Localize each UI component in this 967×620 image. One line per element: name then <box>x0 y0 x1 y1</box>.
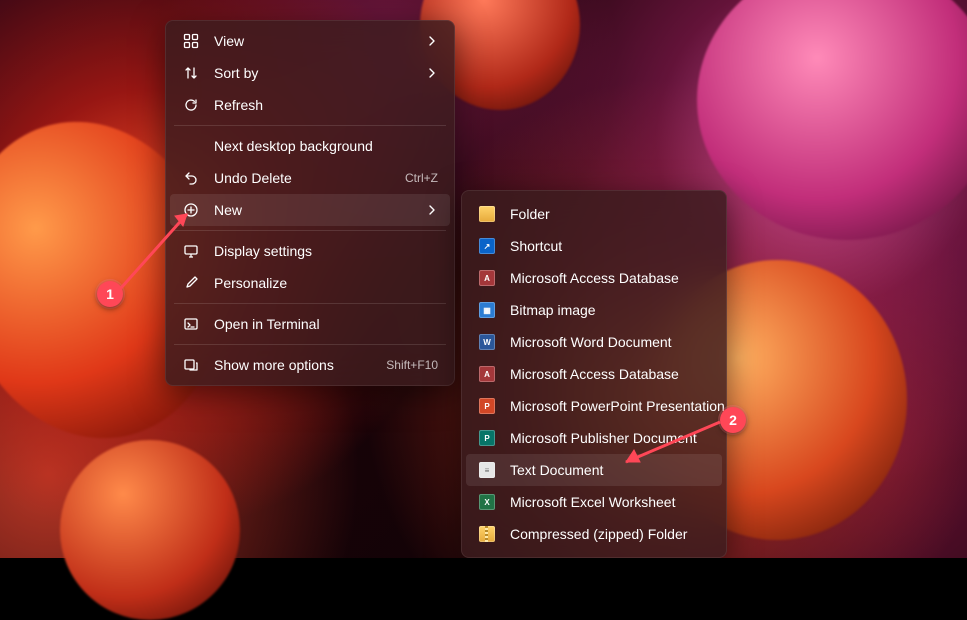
grid-icon <box>182 32 200 50</box>
menu-label: Sort by <box>214 65 426 81</box>
menu-item-display-settings[interactable]: Display settings <box>170 235 450 267</box>
sort-icon <box>182 64 200 82</box>
more-options-icon <box>182 356 200 374</box>
annotation-callout-1: 1 <box>97 281 123 307</box>
chevron-right-icon <box>426 35 438 47</box>
menu-separator <box>174 303 446 304</box>
undo-icon <box>182 169 200 187</box>
menu-separator <box>174 230 446 231</box>
zip-folder-icon <box>478 525 496 543</box>
access-file-icon: A <box>478 269 496 287</box>
menu-item-next-background[interactable]: Next desktop background <box>170 130 450 162</box>
desktop-context-menu: View Sort by Refresh Next desktop backgr… <box>165 20 455 386</box>
shortcut-icon: ↗ <box>478 237 496 255</box>
submenu-label: Microsoft Word Document <box>510 334 710 350</box>
wallpaper-blob <box>60 440 240 620</box>
submenu-item-zipped-folder[interactable]: Compressed (zipped) Folder <box>466 518 722 550</box>
publisher-file-icon: P <box>478 429 496 447</box>
menu-label: Show more options <box>214 357 376 373</box>
menu-item-sort-by[interactable]: Sort by <box>170 57 450 89</box>
new-submenu: Folder ↗ Shortcut A Microsoft Access Dat… <box>461 190 727 558</box>
submenu-label: Text Document <box>510 462 710 478</box>
submenu-item-shortcut[interactable]: ↗ Shortcut <box>466 230 722 262</box>
submenu-item-excel[interactable]: X Microsoft Excel Worksheet <box>466 486 722 518</box>
menu-item-new[interactable]: New <box>170 194 450 226</box>
wallpaper-blob <box>697 0 967 240</box>
word-file-icon: W <box>478 333 496 351</box>
submenu-label: Microsoft Publisher Document <box>510 430 710 446</box>
menu-item-view[interactable]: View <box>170 25 450 57</box>
plus-circle-icon <box>182 201 200 219</box>
menu-item-refresh[interactable]: Refresh <box>170 89 450 121</box>
submenu-item-bitmap[interactable]: ▦ Bitmap image <box>466 294 722 326</box>
paintbrush-icon <box>182 274 200 292</box>
submenu-label: Bitmap image <box>510 302 710 318</box>
menu-item-personalize[interactable]: Personalize <box>170 267 450 299</box>
submenu-item-folder[interactable]: Folder <box>466 198 722 230</box>
menu-label: View <box>214 33 426 49</box>
menu-item-show-more-options[interactable]: Show more options Shift+F10 <box>170 349 450 381</box>
menu-label: Undo Delete <box>214 170 395 186</box>
bitmap-file-icon: ▦ <box>478 301 496 319</box>
powerpoint-file-icon: P <box>478 397 496 415</box>
folder-icon <box>478 205 496 223</box>
menu-separator <box>174 125 446 126</box>
excel-file-icon: X <box>478 493 496 511</box>
callout-number: 1 <box>106 286 114 302</box>
submenu-label: Microsoft Access Database <box>510 270 710 286</box>
submenu-item-text-document[interactable]: ≡ Text Document <box>466 454 722 486</box>
submenu-label: Microsoft PowerPoint Presentation <box>510 398 725 414</box>
menu-accelerator: Ctrl+Z <box>405 171 438 185</box>
submenu-item-publisher[interactable]: P Microsoft Publisher Document <box>466 422 722 454</box>
display-icon <box>182 242 200 260</box>
menu-item-undo-delete[interactable]: Undo Delete Ctrl+Z <box>170 162 450 194</box>
menu-label: Personalize <box>214 275 438 291</box>
submenu-item-word[interactable]: W Microsoft Word Document <box>466 326 722 358</box>
access-file-icon: A <box>478 365 496 383</box>
menu-label: Next desktop background <box>214 138 438 154</box>
refresh-icon <box>182 96 200 114</box>
menu-accelerator: Shift+F10 <box>386 358 438 372</box>
submenu-label: Compressed (zipped) Folder <box>510 526 710 542</box>
submenu-item-powerpoint[interactable]: P Microsoft PowerPoint Presentation <box>466 390 722 422</box>
submenu-label: Shortcut <box>510 238 710 254</box>
menu-label: Display settings <box>214 243 438 259</box>
submenu-label: Microsoft Excel Worksheet <box>510 494 710 510</box>
terminal-icon <box>182 315 200 333</box>
submenu-label: Folder <box>510 206 710 222</box>
chevron-right-icon <box>426 204 438 216</box>
menu-label: New <box>214 202 426 218</box>
submenu-label: Microsoft Access Database <box>510 366 710 382</box>
menu-separator <box>174 344 446 345</box>
menu-item-open-terminal[interactable]: Open in Terminal <box>170 308 450 340</box>
annotation-callout-2: 2 <box>720 407 746 433</box>
submenu-item-access-db-2[interactable]: A Microsoft Access Database <box>466 358 722 390</box>
submenu-item-access-db[interactable]: A Microsoft Access Database <box>466 262 722 294</box>
chevron-right-icon <box>426 67 438 79</box>
callout-number: 2 <box>729 412 737 428</box>
menu-label: Open in Terminal <box>214 316 438 332</box>
text-file-icon: ≡ <box>478 461 496 479</box>
menu-label: Refresh <box>214 97 438 113</box>
